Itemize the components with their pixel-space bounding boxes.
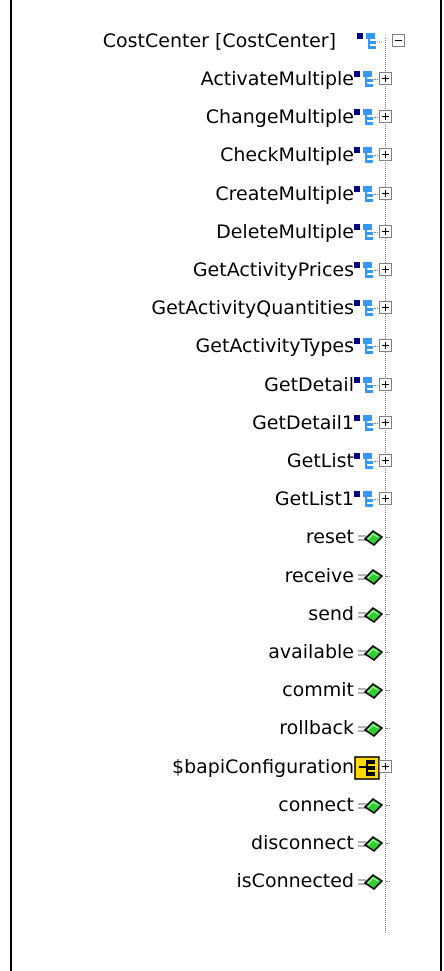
tree-node-item[interactable]: ChangeMultiple	[12, 98, 440, 136]
tree-node-item[interactable]: reset	[12, 518, 440, 556]
tree-node-label: disconnect	[251, 832, 354, 854]
tree-node-label: connect	[278, 793, 354, 816]
function-icon	[358, 644, 384, 662]
expand-toggle[interactable]	[379, 377, 392, 391]
tree-connector	[386, 652, 390, 653]
tree-node-label: CheckMultiple	[220, 144, 354, 167]
tree-node-item[interactable]: GetList1	[12, 480, 440, 518]
tree-node-label: GetDetail1	[252, 411, 354, 434]
method-icon	[354, 147, 373, 164]
function-icon	[358, 835, 384, 853]
tree-node-label: send	[308, 602, 354, 625]
tree-node-label: ActivateMultiple	[200, 68, 354, 90]
method-icon	[354, 453, 373, 469]
tree-node-label: receive	[284, 564, 354, 587]
tree-node-item[interactable]: disconnect	[12, 824, 440, 862]
method-icon	[354, 185, 373, 202]
expand-toggle[interactable]	[379, 301, 392, 315]
method-icon	[354, 71, 373, 87]
property-icon	[354, 755, 380, 780]
tree-node-label: GetActivityTypes	[195, 335, 354, 358]
tree-node-item[interactable]: GetActivityQuantities	[12, 289, 440, 327]
expand-toggle[interactable]	[379, 186, 392, 200]
class-icon	[357, 33, 383, 49]
method-icon	[354, 491, 373, 508]
tree-connector	[386, 843, 390, 844]
expand-toggle[interactable]	[379, 759, 392, 773]
method-icon	[354, 109, 373, 126]
tree-connector	[386, 613, 390, 615]
tree-connector	[386, 804, 390, 806]
expand-toggle[interactable]	[379, 110, 392, 124]
method-icon	[354, 338, 373, 355]
tree-node-item[interactable]: ActivateMultiple	[12, 60, 440, 98]
tree-node-item[interactable]: receive	[12, 557, 440, 595]
tree-node-item[interactable]: CreateMultiple	[12, 175, 440, 213]
expand-toggle[interactable]	[379, 224, 392, 238]
expand-toggle[interactable]	[379, 492, 392, 506]
tree-node-label: CreateMultiple	[215, 182, 354, 205]
tree-node-label: GetActivityPrices	[192, 259, 354, 281]
tree-node-label: GetActivityQuantities	[151, 297, 354, 320]
tree-node-label: commit	[282, 679, 354, 702]
tree-connector	[386, 881, 390, 883]
tree-node-label: GetList	[286, 450, 354, 472]
function-icon	[358, 721, 384, 738]
tree-connector	[386, 690, 390, 692]
tree-node-label: ChangeMultiple	[205, 106, 354, 129]
tree-node-item[interactable]: GetDetail	[12, 366, 440, 404]
tree-connector	[386, 728, 390, 730]
expand-toggle[interactable]	[379, 72, 392, 85]
function-icon	[358, 530, 384, 547]
tree-node-item[interactable]: commit	[12, 671, 440, 709]
tree-node-item[interactable]: available	[12, 633, 440, 671]
method-icon	[354, 223, 373, 240]
tree-node-item[interactable]: send	[12, 595, 440, 633]
function-icon	[358, 683, 384, 700]
tree-node-item[interactable]: GetDetail1	[12, 404, 440, 442]
tree-node-label: rollback	[279, 717, 354, 740]
tree-node-item[interactable]: CheckMultiple	[12, 136, 440, 174]
tree-node-label: GetDetail	[264, 373, 354, 396]
tree-node-item[interactable]: GetActivityTypes	[12, 327, 440, 365]
expand-toggle[interactable]	[379, 339, 392, 353]
expand-toggle[interactable]	[379, 148, 392, 162]
tree-node-item[interactable]: GetList	[12, 442, 440, 480]
tree-node-root[interactable]: CostCenter [CostCenter]	[12, 22, 440, 60]
tree-node-item[interactable]: connect	[12, 786, 440, 824]
tree-node-label: DeleteMultiple	[216, 220, 354, 243]
tree-node-item[interactable]: isConnected	[12, 862, 440, 900]
method-icon	[354, 376, 373, 393]
tree-node-label: isConnected	[236, 870, 355, 893]
tree-node-item[interactable]: rollback	[12, 709, 440, 747]
object-tree-panel: CostCenter [CostCenter] ActivateMultiple…	[10, 0, 442, 971]
method-icon	[354, 262, 373, 278]
expand-toggle[interactable]	[379, 263, 392, 276]
method-icon	[354, 414, 373, 431]
tree-connector	[386, 537, 390, 539]
tree-node-label: GetList1	[274, 488, 354, 511]
tree-connector	[386, 575, 390, 577]
tree-node-label: CostCenter [CostCenter]	[102, 30, 336, 52]
tree-node-label: $bapiConfiguration	[172, 755, 354, 778]
function-icon	[358, 606, 384, 623]
function-icon	[358, 874, 384, 891]
expand-toggle[interactable]	[379, 415, 392, 429]
function-icon	[358, 568, 384, 585]
function-icon	[358, 797, 384, 814]
tree-node-item[interactable]: GetActivityPrices	[12, 251, 440, 289]
tree-node-item[interactable]: $bapiConfiguration	[12, 748, 440, 786]
tree-node-item[interactable]: DeleteMultiple	[12, 213, 440, 251]
tree-node-label: reset	[305, 526, 354, 549]
method-icon	[354, 300, 373, 317]
expand-toggle[interactable]	[379, 454, 392, 467]
tree-node-label: available	[268, 641, 354, 663]
collapse-toggle[interactable]	[392, 34, 405, 47]
